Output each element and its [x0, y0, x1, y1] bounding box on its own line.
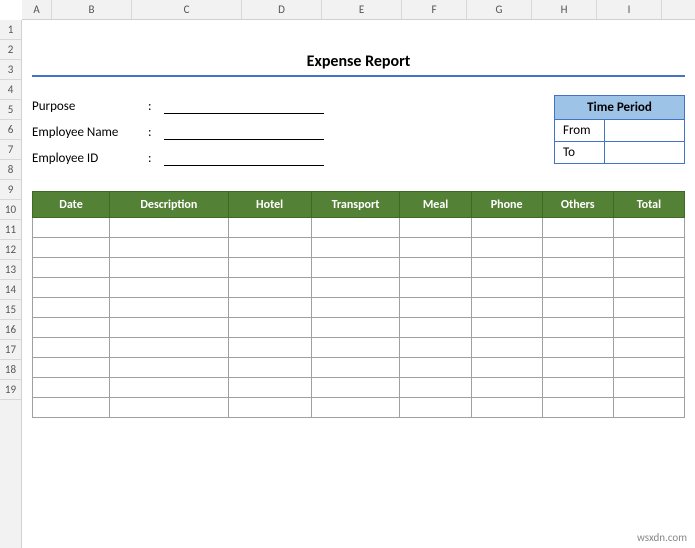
- to-label: To: [555, 142, 605, 164]
- from-label: From: [555, 120, 605, 142]
- employee-name-label: Employee Name: [32, 125, 142, 140]
- purpose-colon: :: [148, 99, 158, 114]
- col-hotel: Hotel: [228, 192, 311, 218]
- col-header-c: C: [132, 0, 242, 19]
- row-num-19: 19: [0, 380, 21, 400]
- content-area: Expense Report Purpose : Employee Name :: [22, 20, 695, 548]
- expense-table: Date Description Hotel Transport Meal Ph…: [32, 191, 685, 418]
- employee-name-colon: :: [148, 125, 158, 140]
- employee-id-input[interactable]: [164, 150, 324, 166]
- cell-date[interactable]: [33, 218, 110, 238]
- to-value[interactable]: [605, 142, 685, 164]
- col-header-d: D: [242, 0, 322, 19]
- cell-desc[interactable]: [110, 218, 229, 238]
- table-row: [33, 378, 685, 398]
- cell-others[interactable]: [542, 218, 613, 238]
- col-header-g: G: [467, 0, 532, 19]
- form-fields: Purpose : Employee Name : Employee ID :: [32, 95, 324, 169]
- row-num-17: 17: [0, 340, 21, 360]
- main-area: A B C D E F G H I Expense Report Pu: [22, 0, 695, 548]
- form-row-employee-name: Employee Name :: [32, 121, 324, 143]
- from-value[interactable]: [605, 120, 685, 142]
- expense-table-header-row: Date Description Hotel Transport Meal Ph…: [33, 192, 685, 218]
- row-num-12: 12: [0, 240, 21, 260]
- table-row: [33, 238, 685, 258]
- row-num-18: 18: [0, 360, 21, 380]
- time-period-to-row: To: [555, 142, 685, 164]
- table-row: [33, 218, 685, 238]
- employee-name-input[interactable]: [164, 124, 324, 140]
- col-header-a: A: [22, 0, 52, 19]
- cell-phone[interactable]: [471, 218, 542, 238]
- row-num-15: 15: [0, 300, 21, 320]
- title-section: Expense Report: [32, 44, 685, 77]
- row-num-5: 5: [0, 100, 21, 120]
- row-num-3: 3: [0, 60, 21, 80]
- col-headers: A B C D E F G H I: [22, 0, 695, 20]
- form-section: Purpose : Employee Name : Employee ID :: [22, 89, 695, 175]
- report-title: Expense Report: [307, 52, 411, 71]
- table-row: [33, 278, 685, 298]
- employee-id-colon: :: [148, 151, 158, 166]
- table-row: [33, 338, 685, 358]
- table-row: [33, 298, 685, 318]
- time-period-header: Time Period: [555, 96, 685, 120]
- form-row-purpose: Purpose :: [32, 95, 324, 117]
- expense-table-wrapper: Date Description Hotel Transport Meal Ph…: [22, 185, 695, 418]
- row-num-4: 4: [0, 80, 21, 100]
- row-num-2: 2: [0, 40, 21, 60]
- col-header-f: F: [402, 0, 467, 19]
- cell-meal[interactable]: [400, 218, 471, 238]
- col-header-h: H: [532, 0, 597, 19]
- table-row: [33, 318, 685, 338]
- purpose-input[interactable]: [164, 98, 324, 114]
- time-period-section: Time Period From To: [554, 95, 685, 169]
- table-row: [33, 258, 685, 278]
- row-num-7: 7: [0, 140, 21, 160]
- col-total: Total: [613, 192, 684, 218]
- time-period-from-row: From: [555, 120, 685, 142]
- employee-id-label: Employee ID: [32, 151, 142, 166]
- table-row: [33, 398, 685, 418]
- cell-hotel[interactable]: [228, 218, 311, 238]
- row-num-6: 6: [0, 120, 21, 140]
- col-header-i: I: [597, 0, 662, 19]
- row-num-8: 8: [0, 160, 21, 180]
- row-num-13: 13: [0, 260, 21, 280]
- row-num-14: 14: [0, 280, 21, 300]
- spreadsheet-wrapper: 1 2 3 4 5 6 7 8 9 10 11 12 13 14 15 16 1…: [0, 0, 695, 548]
- row-num-10: 10: [0, 200, 21, 220]
- table-row: [33, 358, 685, 378]
- row-numbers: 1 2 3 4 5 6 7 8 9 10 11 12 13 14 15 16 1…: [0, 20, 22, 548]
- col-date: Date: [33, 192, 110, 218]
- form-row-employee-id: Employee ID :: [32, 147, 324, 169]
- row-num-16: 16: [0, 320, 21, 340]
- col-phone: Phone: [471, 192, 542, 218]
- col-description: Description: [110, 192, 229, 218]
- cell-transport[interactable]: [311, 218, 400, 238]
- row-num-9: 9: [0, 180, 21, 200]
- purpose-label: Purpose: [32, 99, 142, 114]
- watermark: wsxdn.com: [637, 531, 687, 544]
- col-header-e: E: [322, 0, 402, 19]
- row-num-11: 11: [0, 220, 21, 240]
- col-meal: Meal: [400, 192, 471, 218]
- col-transport: Transport: [311, 192, 400, 218]
- time-period-table: Time Period From To: [554, 95, 685, 164]
- col-others: Others: [542, 192, 613, 218]
- col-header-b: B: [52, 0, 132, 19]
- cell-total[interactable]: [613, 218, 684, 238]
- row-num-1: 1: [0, 20, 21, 40]
